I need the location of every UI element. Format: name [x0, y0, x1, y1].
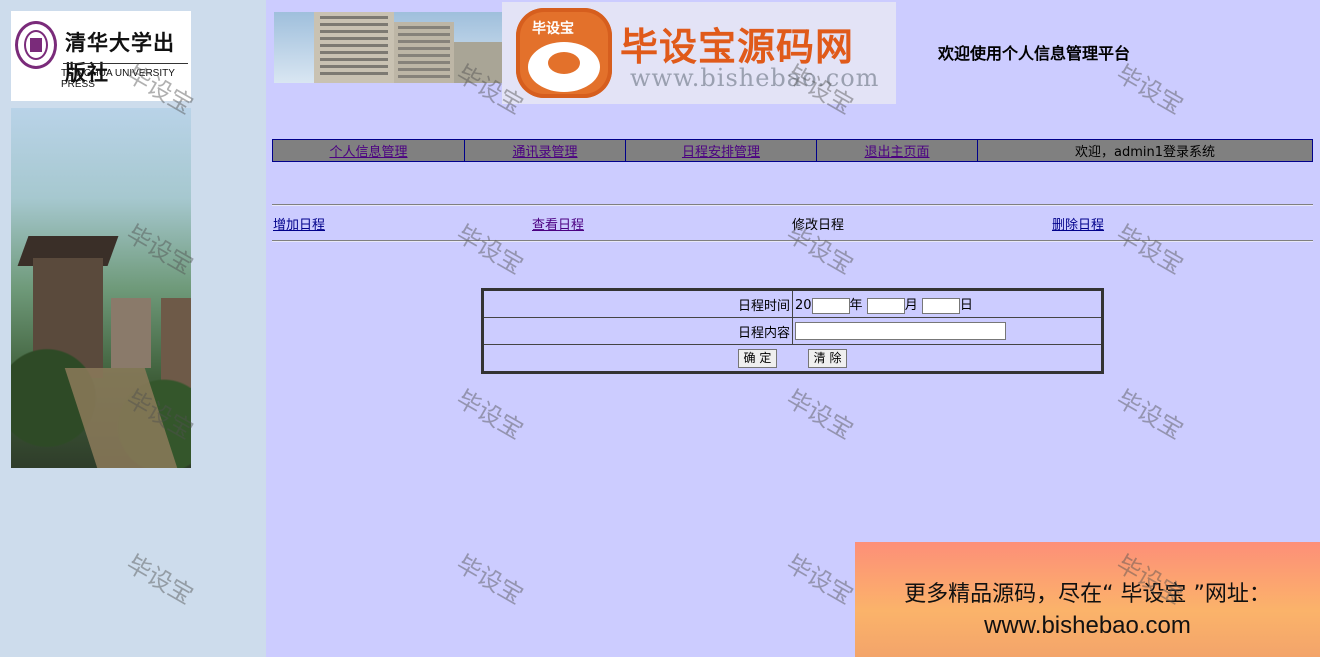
bishebao-watermark-banner: 毕设宝 毕设宝源码网 www.bishebao.com — [502, 2, 896, 104]
bishebao-logo-icon: 毕设宝 — [516, 8, 612, 98]
building-banner-image — [274, 12, 502, 83]
subnav-delete-wrap: 删除日程 — [1052, 214, 1104, 233]
subnav-view-schedule[interactable]: 查看日程 — [532, 218, 584, 233]
day-input[interactable] — [921, 297, 960, 314]
watermark-text: 毕设宝 — [781, 549, 858, 610]
clear-button[interactable]: 清 除 — [807, 348, 848, 368]
banner-url: www.bishebao.com — [630, 64, 880, 92]
watermark-text: 毕设宝 — [451, 219, 528, 280]
watermark-text: 毕设宝 — [1111, 59, 1188, 120]
subnav-add-schedule[interactable]: 增加日程 — [273, 218, 325, 233]
left-panel: 清华大学出版社 TSINGHUA UNIVERSITY PRESS — [0, 0, 266, 657]
schedule-content-label: 日程内容 — [482, 317, 793, 345]
year-unit: 年 — [849, 298, 863, 314]
schedule-content-input[interactable] — [795, 322, 1006, 340]
watermark-text: 毕设宝 — [781, 384, 858, 445]
month-input[interactable] — [866, 297, 905, 314]
user-status: 欢迎，admin1登录系统 — [977, 139, 1313, 162]
main-nav: 个人信息管理 通讯录管理 日程安排管理 退出主页面 欢迎，admin1登录系统 — [272, 139, 1313, 162]
watermark-text: 毕设宝 — [1111, 219, 1188, 280]
schedule-content-cell — [792, 317, 1103, 345]
schedule-time-fields: 20 年 月 日 — [792, 289, 1103, 318]
edit-schedule-form: 日程时间 20 年 月 日 日程内容 确 定 清 除 — [481, 288, 1104, 374]
nav-link-personal-info[interactable]: 个人信息管理 — [329, 145, 407, 160]
divider-bottom — [272, 240, 1313, 242]
subnav-edit-schedule: 修改日程 — [792, 218, 845, 233]
divider-top — [272, 204, 1313, 206]
subnav-view-wrap: 查看日程 — [532, 214, 584, 233]
confirm-button[interactable]: 确 定 — [737, 348, 778, 368]
page-title: 欢迎使用个人信息管理平台 — [938, 44, 1131, 63]
month-unit: 月 — [904, 298, 918, 314]
nav-link-contacts[interactable]: 通讯录管理 — [512, 145, 577, 160]
nav-item-contacts: 通讯录管理 — [464, 139, 626, 162]
promo-url: www.bishebao.com — [984, 612, 1191, 639]
nav-item-logout: 退出主页面 — [816, 139, 978, 162]
subnav-add-wrap: 增加日程 — [273, 214, 325, 233]
nav-link-schedule[interactable]: 日程安排管理 — [682, 145, 760, 160]
subnav-delete-schedule[interactable]: 删除日程 — [1052, 218, 1104, 233]
form-buttons-row: 确 定 清 除 — [482, 344, 1103, 373]
promo-banner[interactable]: 更多精品源码，尽在“ 毕设宝 ”网址： www.bishebao.com — [855, 542, 1320, 657]
year-prefix: 20 — [795, 298, 812, 314]
schedule-time-label: 日程时间 — [482, 289, 793, 318]
watermark-text: 毕设宝 — [451, 549, 528, 610]
nav-link-logout[interactable]: 退出主页面 — [864, 145, 929, 160]
press-seal-icon — [15, 21, 57, 69]
tsinghua-press-logo: 清华大学出版社 TSINGHUA UNIVERSITY PRESS — [11, 11, 191, 101]
watermark-text: 毕设宝 — [1111, 384, 1188, 445]
village-photo — [11, 108, 191, 468]
logo-english-name: TSINGHUA UNIVERSITY PRESS — [61, 68, 175, 90]
promo-line-1: 更多精品源码，尽在“ 毕设宝 ”网址： — [904, 582, 1271, 607]
year-input[interactable] — [811, 297, 850, 314]
banner-title: 毕设宝源码网 — [620, 25, 855, 69]
day-unit: 日 — [959, 298, 973, 314]
nav-item-schedule: 日程安排管理 — [625, 139, 817, 162]
nav-item-personal-info: 个人信息管理 — [272, 139, 465, 162]
watermark-text: 毕设宝 — [451, 384, 528, 445]
